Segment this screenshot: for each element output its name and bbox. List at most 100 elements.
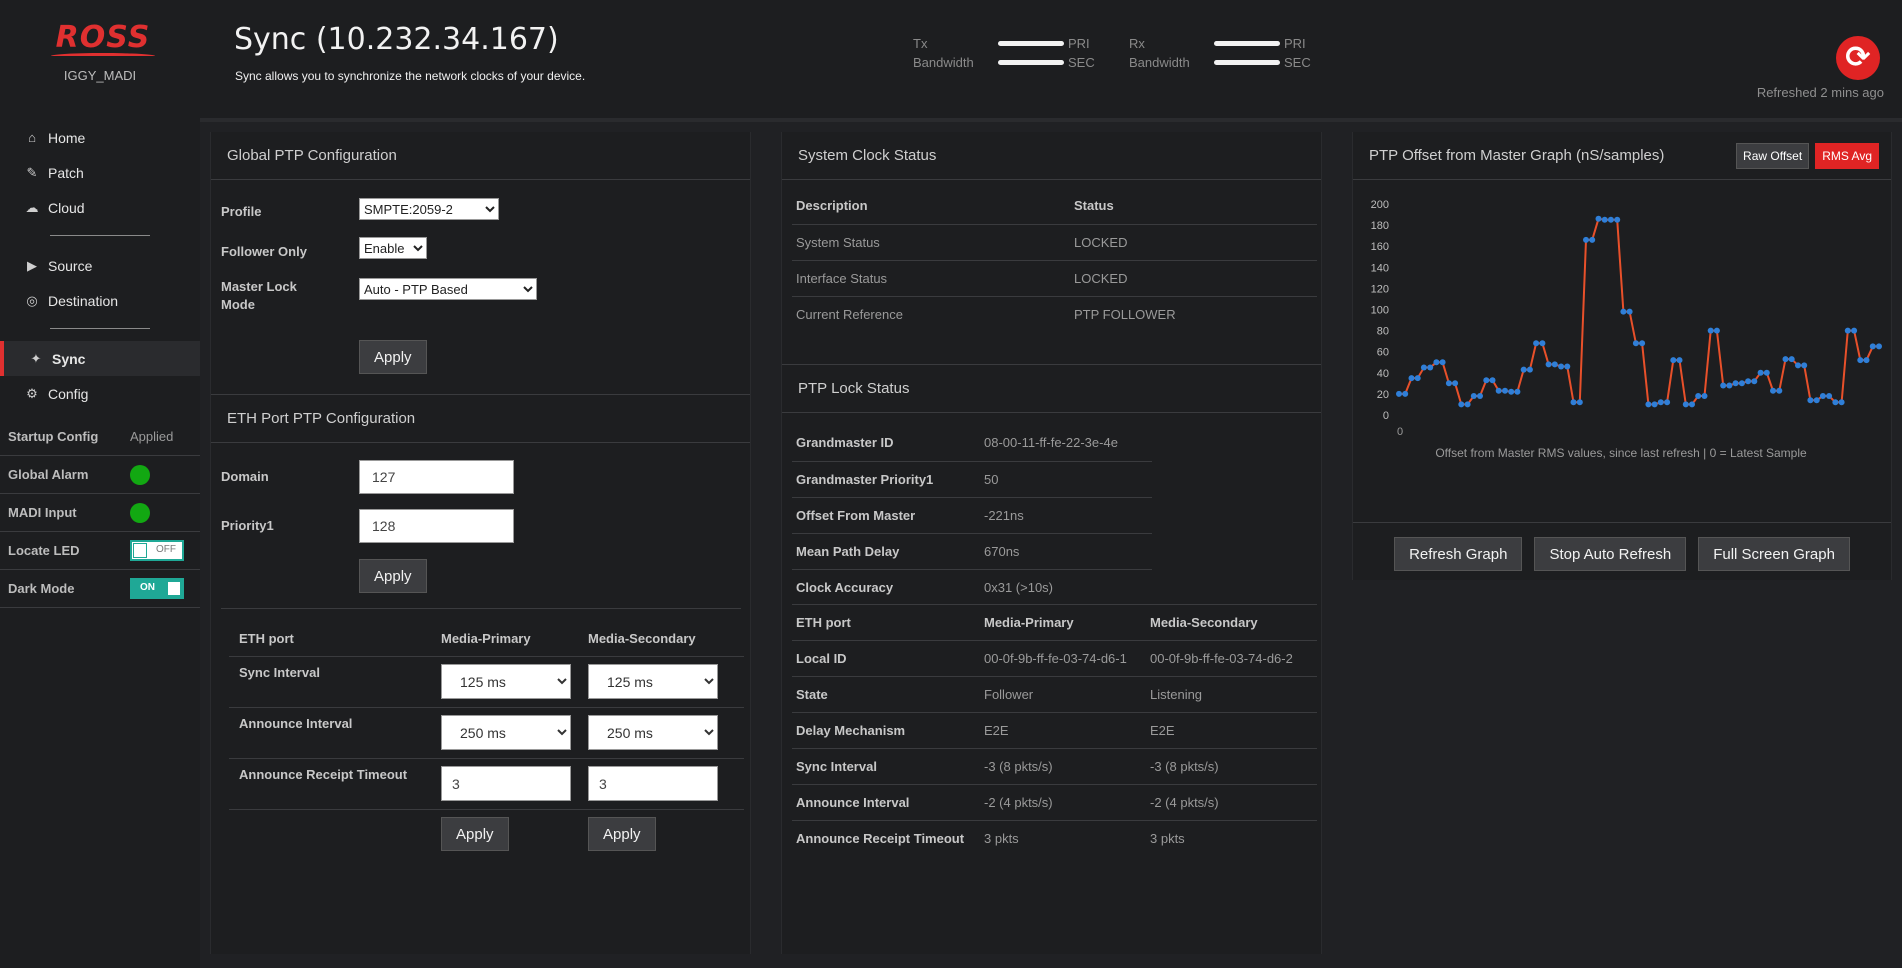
follower-only-select[interactable]: Enable (359, 237, 427, 259)
data-point (1452, 380, 1459, 387)
locate-led-toggle[interactable]: OFF (130, 540, 184, 561)
data-point (1826, 393, 1833, 399)
sidebar-item-home[interactable]: ⌂ Home (0, 120, 200, 155)
config-icon: ⚙ (26, 385, 38, 401)
profile-select[interactable]: SMPTE:2059-2 (359, 198, 499, 220)
table-row: Sync Interval -3 (8 pkts/s) -3 (8 pkts/s… (792, 748, 1317, 785)
data-point (1420, 364, 1427, 371)
rms-avg-button[interactable]: RMS Avg (1815, 142, 1879, 169)
ptp-config-column: Global PTP Configuration Profile SMPTE:2… (210, 132, 751, 954)
madi-input-indicator (130, 502, 150, 523)
priority1-input[interactable] (359, 509, 514, 543)
raw-offset-button[interactable]: Raw Offset (1736, 142, 1810, 169)
y-tick-label: 160 (1371, 241, 1389, 253)
data-point (1701, 393, 1708, 399)
data-point (1732, 380, 1739, 387)
home-icon: ⌂ (28, 130, 36, 145)
data-point (1776, 387, 1783, 394)
data-point (1707, 327, 1714, 334)
stop-auto-refresh-button[interactable]: Stop Auto Refresh (1534, 537, 1687, 571)
data-point (1433, 359, 1440, 366)
main-content: Global PTP Configuration Profile SMPTE:2… (200, 118, 1902, 968)
ptp-port-table: ETH port Media-Primary Media-Secondary L… (792, 604, 1317, 857)
eth-port-apply-secondary-button[interactable]: Apply (588, 817, 656, 852)
refreshed-status: Refreshed 2 mins ago (1756, 85, 1884, 100)
y-tick-label: 180 (1371, 220, 1389, 232)
dark-mode-toggle[interactable]: ON (130, 578, 184, 599)
data-point (1807, 397, 1814, 404)
y-tick-label: 200 (1371, 199, 1389, 211)
master-lock-mode-select[interactable]: Auto - PTP Based (359, 278, 537, 300)
ptp-lock-title: PTP Lock Status (782, 365, 1321, 413)
data-point (1819, 393, 1826, 399)
data-point (1502, 387, 1508, 394)
data-point (1414, 375, 1421, 382)
sidebar-item-config[interactable]: ⚙ Config (0, 376, 200, 411)
status-dark-mode: Dark Mode ON (0, 570, 200, 608)
graph-header: PTP Offset from Master Graph (nS/samples… (1353, 132, 1891, 180)
table-row: Delay Mechanism E2E E2E (792, 712, 1317, 749)
data-point (1657, 399, 1664, 406)
data-point (1489, 377, 1496, 384)
data-point (1664, 399, 1671, 406)
sync-interval-secondary-select[interactable]: 125 ms (588, 664, 718, 699)
page-subtitle: Sync allows you to synchronize the netwo… (235, 69, 586, 83)
y-tick-label: 140 (1371, 262, 1389, 274)
refresh-graph-button[interactable]: Refresh Graph (1394, 537, 1523, 571)
sidebar-item-sync[interactable]: ✦ Sync (0, 341, 200, 376)
table-row: Interface Status LOCKED (792, 260, 1317, 297)
global-ptp-apply-button[interactable]: Apply (359, 340, 427, 374)
tx-bandwidth: Tx PRI Bandwidth SEC (913, 36, 1095, 70)
edit-icon: ✎ (26, 164, 38, 180)
data-point (1583, 236, 1589, 243)
data-point (1464, 401, 1471, 408)
full-screen-graph-button[interactable]: Full Screen Graph (1698, 537, 1850, 571)
data-point (1545, 361, 1552, 368)
timeout-primary-input[interactable] (441, 766, 571, 801)
table-row: Offset From Master -221ns (792, 497, 1152, 534)
data-point (1788, 356, 1795, 363)
data-point (1564, 363, 1571, 370)
eth-port-apply-primary-button[interactable]: Apply (441, 817, 509, 852)
system-clock-title: System Clock Status (782, 132, 1321, 180)
sidebar-item-destination[interactable]: ◎ Destination (0, 283, 200, 318)
data-point (1813, 397, 1820, 404)
refresh-sync-icon[interactable]: ⟳ (1836, 36, 1880, 80)
data-point (1514, 388, 1521, 395)
data-point (1689, 401, 1695, 408)
data-point (1620, 308, 1627, 315)
ross-logo: ROSS (48, 20, 158, 59)
sidebar-item-source[interactable]: ▶ Source (0, 248, 200, 283)
ptp-lock-table: Grandmaster ID 08-00-11-ff-fe-22-3e-4e G… (792, 425, 1152, 605)
graph-caption: Offset from Master RMS values, since las… (1435, 446, 1807, 460)
graph-controls: Refresh Graph Stop Auto Refresh Full Scr… (1353, 537, 1891, 571)
y-tick-label: 0 (1383, 410, 1389, 422)
sidebar-item-cloud[interactable]: ☁ Cloud (0, 190, 200, 225)
eth-ptp-apply-button[interactable]: Apply (359, 559, 427, 593)
data-point (1726, 382, 1733, 389)
data-point (1626, 308, 1633, 315)
announce-interval-secondary-select[interactable]: 250 ms (588, 715, 718, 750)
data-point (1470, 393, 1477, 399)
nav-divider (50, 328, 150, 329)
sync-interval-primary-select[interactable]: 125 ms (441, 664, 571, 699)
announce-interval-primary-select[interactable]: 250 ms (441, 715, 571, 750)
data-point (1539, 340, 1546, 347)
sidebar-item-patch[interactable]: ✎ Patch (0, 155, 200, 190)
data-point (1838, 399, 1845, 406)
table-row: Announce Receipt Timeout 3 pkts 3 pkts (796, 831, 1185, 847)
data-point (1695, 393, 1702, 399)
tx-sec-bar (998, 60, 1064, 65)
data-point (1651, 401, 1658, 408)
timeout-secondary-input[interactable] (588, 766, 718, 801)
cloud-icon: ☁ (25, 199, 39, 215)
status-locate-led: Locate LED OFF (0, 532, 200, 570)
data-point (1670, 357, 1677, 364)
status-column: System Clock Status Description Status S… (781, 132, 1322, 954)
data-point (1857, 357, 1864, 364)
domain-input[interactable] (359, 460, 514, 494)
data-point (1639, 340, 1646, 347)
table-row: State Follower Listening (792, 676, 1317, 713)
ptp-offset-chart: 2001801601401201008060402000Offset from … (1371, 199, 1882, 460)
data-point (1682, 401, 1689, 408)
